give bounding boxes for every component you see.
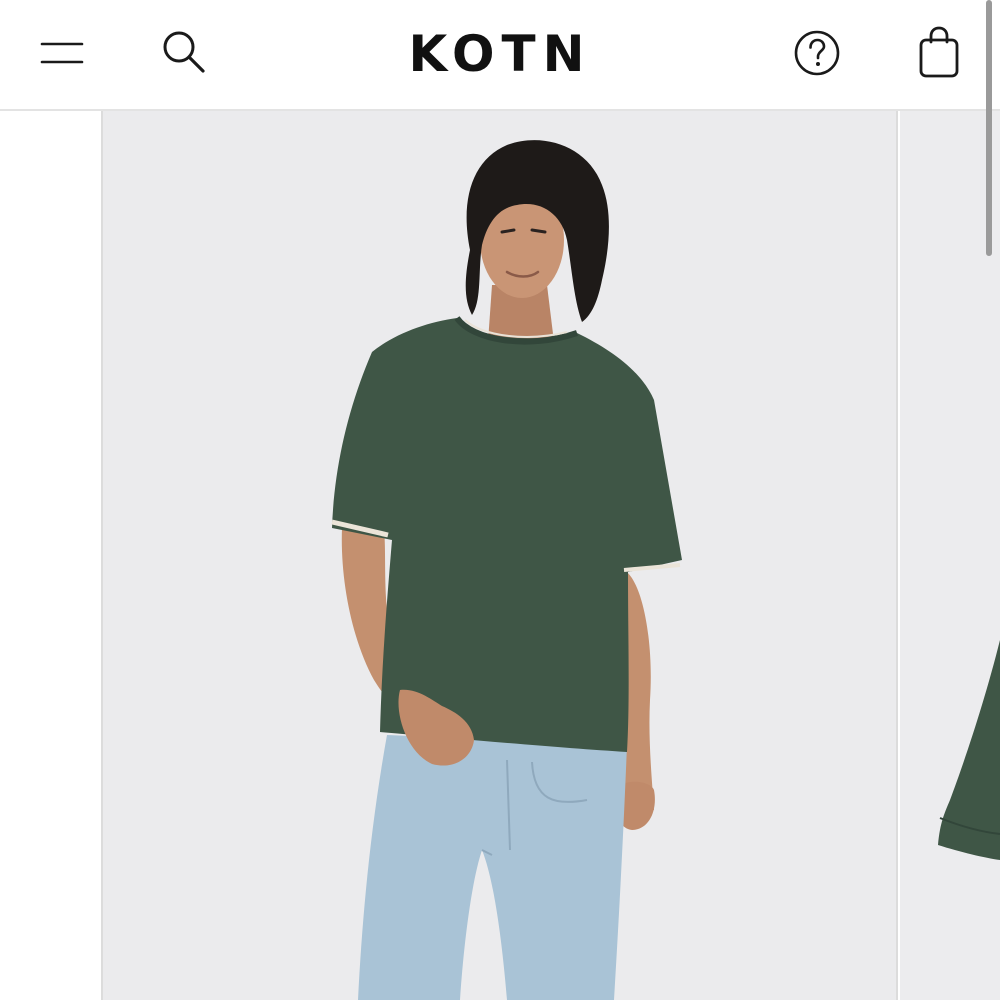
search-icon bbox=[159, 27, 209, 77]
hamburger-menu-icon bbox=[40, 40, 84, 66]
brand-logo[interactable]: KOTN bbox=[380, 24, 620, 84]
product-image-main[interactable] bbox=[101, 111, 898, 1000]
help-circle-icon bbox=[792, 28, 842, 78]
carousel-slide-previous[interactable] bbox=[0, 111, 100, 1000]
next-product-image bbox=[900, 111, 1000, 1000]
model-wearing-green-tee-image bbox=[103, 111, 896, 1000]
site-header: KOTN bbox=[0, 0, 1000, 111]
product-page: KOTN bbox=[0, 0, 1000, 1000]
search-button[interactable] bbox=[152, 22, 216, 82]
cart-button[interactable] bbox=[908, 20, 970, 84]
product-image-carousel[interactable] bbox=[0, 111, 1000, 1000]
menu-button[interactable] bbox=[30, 28, 94, 78]
page-scrollbar[interactable] bbox=[986, 0, 992, 256]
help-button[interactable] bbox=[786, 22, 848, 84]
carousel-slide-next[interactable] bbox=[900, 111, 1000, 1000]
shopping-bag-icon bbox=[917, 26, 961, 78]
